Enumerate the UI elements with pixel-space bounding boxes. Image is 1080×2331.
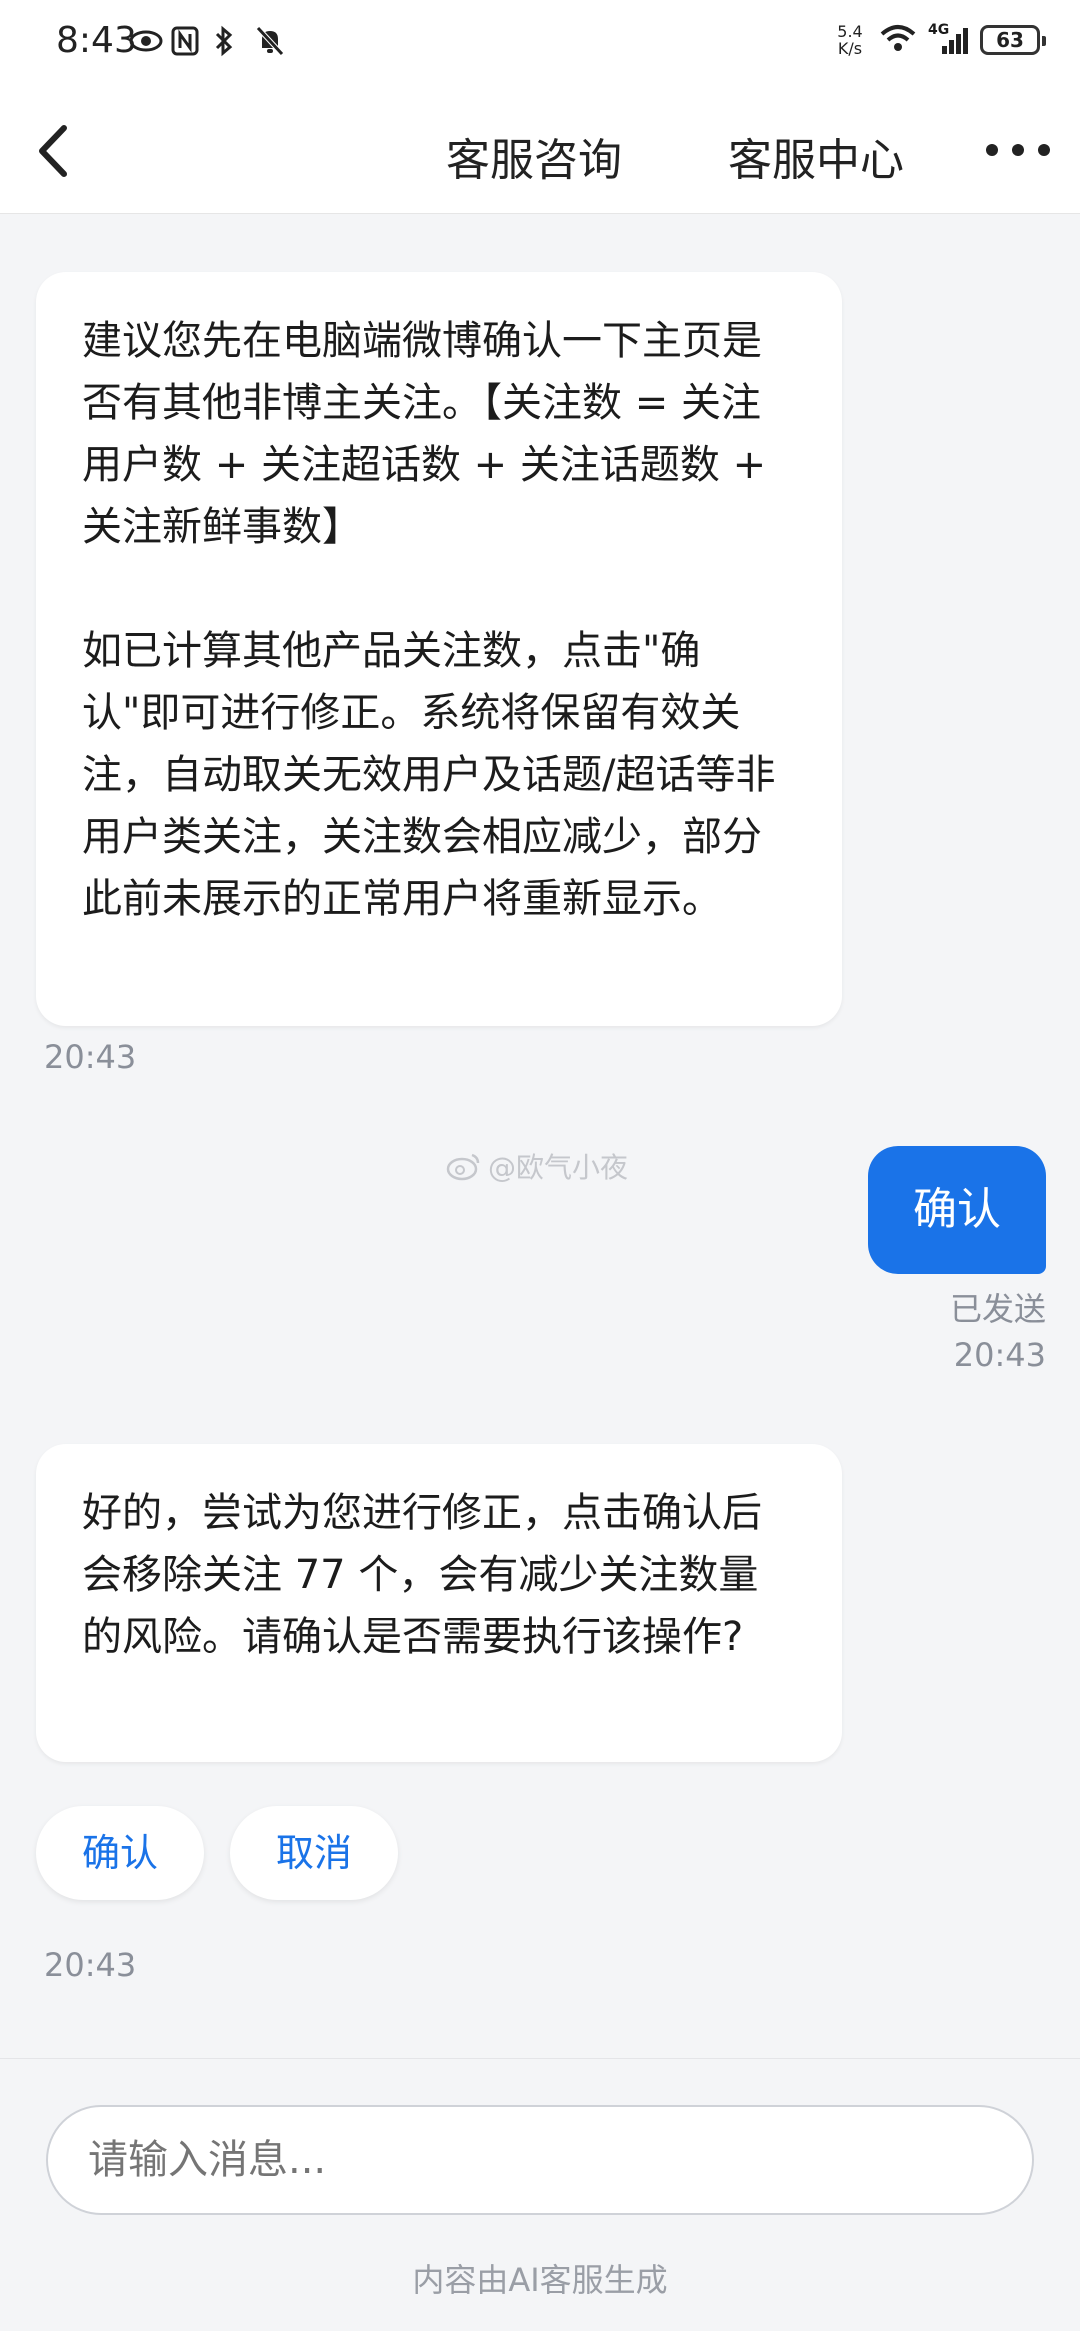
bot-message-bubble: 建议您先在电脑端微博确认一下主页是否有其他非博主关注。【关注数 = 关注用户数 … (36, 272, 842, 1026)
wifi-icon (878, 22, 918, 58)
status-right-icons: 5.4 K/s 4G 63 (832, 22, 1046, 58)
more-icon[interactable] (986, 140, 1050, 160)
input-area: 内容由AI客服生成 (0, 2058, 1080, 2331)
net-speed-unit: K/s (837, 39, 863, 58)
chevron-left-icon (39, 125, 67, 177)
weibo-logo-icon (446, 1153, 480, 1181)
watermark-text: @欧气小夜 (488, 1151, 629, 1184)
nfc-icon (170, 24, 204, 58)
tab-customer-center[interactable]: 客服中心 (728, 124, 904, 188)
confirm-button[interactable]: 确认 (36, 1806, 204, 1900)
message-input[interactable] (46, 2105, 1034, 2215)
bot-message-bubble: 好的，尝试为您进行修正，点击确认后会移除关注 77 个，会有减少关注数量的风险。… (36, 1444, 842, 1762)
message-timestamp: 20:43 (953, 1336, 1046, 1374)
status-left-icons (128, 24, 288, 58)
user-message-bubble: 确认 (868, 1146, 1046, 1274)
sent-status: 已发送 20:43 (950, 1284, 1046, 1374)
battery-icon: 63 (980, 25, 1046, 55)
mute-icon (254, 24, 288, 58)
bluetooth-icon (212, 24, 246, 58)
watermark: @欧气小夜 (446, 1146, 628, 1186)
chat-screen: 8:43 5.4 K/s 4G 63 客服咨询 客服中心 建议您先在电脑端微博确… (0, 0, 1080, 2331)
sent-label: 已发送 (949, 1290, 1046, 1328)
signal-icon: 4G (928, 22, 970, 56)
status-time: 8:43 (56, 20, 137, 61)
net-speed: 5.4 K/s (832, 23, 868, 57)
back-button[interactable] (28, 118, 88, 184)
net-speed-value: 5.4 (837, 22, 863, 41)
status-bar: 8:43 5.4 K/s 4G 63 (0, 0, 1080, 88)
ai-disclaimer: 内容由AI客服生成 (412, 2261, 668, 2299)
cancel-button[interactable]: 取消 (230, 1806, 398, 1900)
nav-bar: 客服咨询 客服中心 (0, 88, 1080, 214)
eye-icon (128, 24, 163, 58)
tab-customer-consult[interactable]: 客服咨询 (446, 124, 622, 188)
message-timestamp: 20:43 (44, 1038, 137, 1076)
message-timestamp: 20:43 (44, 1946, 137, 1984)
